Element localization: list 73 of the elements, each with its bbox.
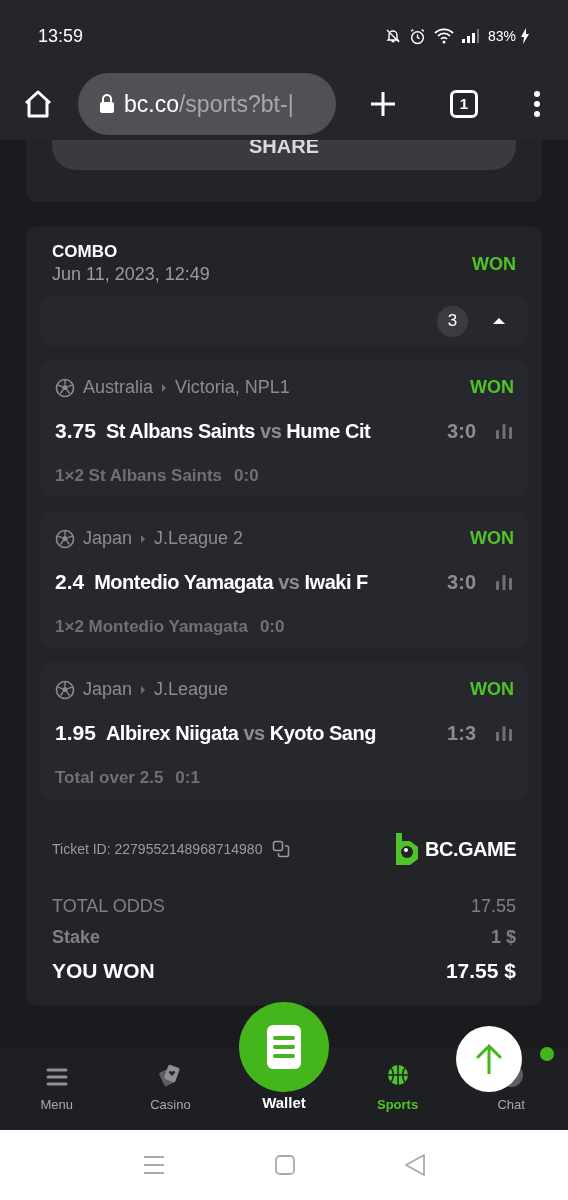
tab-count-button[interactable]: 1 xyxy=(450,90,478,118)
breadcrumb-caret-icon xyxy=(140,534,147,543)
more-icon[interactable] xyxy=(532,90,542,118)
wallet-icon xyxy=(267,1025,301,1069)
arrow-up-icon xyxy=(476,1044,502,1074)
stats-icon[interactable] xyxy=(494,573,514,590)
total-value: 17.55 xyxy=(470,895,516,918)
market: 1×2 Montedio Yamagata xyxy=(55,615,248,638)
soccer-ball-icon xyxy=(55,528,75,549)
nav-label[interactable]: Menu xyxy=(40,1094,74,1114)
country: Japan xyxy=(83,678,133,701)
total-value: 1 $ xyxy=(490,926,516,949)
charging-icon xyxy=(520,28,530,44)
total-label: YOU WON xyxy=(52,958,155,984)
clock: 13:59 xyxy=(38,24,84,48)
market-score: 0:0 xyxy=(234,464,259,487)
url-text: bc.co/sports?bt-| xyxy=(124,89,294,119)
soccer-ball-icon xyxy=(55,679,75,700)
match-name: Albirex Niigata vs Kyoto Sang xyxy=(105,720,377,746)
basketball-icon xyxy=(385,1062,410,1087)
market-score: 0:1 xyxy=(175,766,200,789)
selections-bar[interactable]: 3 xyxy=(40,296,528,346)
bet-date: Jun 11, 2023, 12:49 xyxy=(52,263,210,286)
copy-icon[interactable] xyxy=(272,840,291,858)
market-score: 0:0 xyxy=(259,615,285,638)
country: Japan xyxy=(83,527,133,550)
selection-status: WON xyxy=(470,376,514,399)
selections-count: 3 xyxy=(437,305,468,337)
score: 3:0 xyxy=(447,569,476,595)
breadcrumb-caret-icon xyxy=(140,685,147,694)
logo-icon xyxy=(394,833,421,865)
bet-status: WON xyxy=(472,252,516,276)
total-value: 17.55 $ xyxy=(445,958,516,984)
bell-off-icon xyxy=(384,28,401,44)
odds: 1.95 xyxy=(55,720,96,746)
match-name: St Albans Saints vs Hume Cit xyxy=(105,418,372,444)
address-bar[interactable]: bc.co/sports?bt-| xyxy=(78,73,336,135)
caret-up-icon xyxy=(492,316,506,326)
battery-level: 83% xyxy=(487,26,516,46)
odds: 3.75 xyxy=(55,418,96,444)
signal-icon xyxy=(461,29,480,43)
alarm-icon xyxy=(408,27,426,45)
score: 1:3 xyxy=(447,720,476,746)
stats-icon[interactable] xyxy=(494,724,514,741)
country: Australia xyxy=(83,376,154,399)
plus-icon[interactable] xyxy=(368,89,398,119)
wifi-icon xyxy=(433,28,454,44)
selection-status: WON xyxy=(470,527,514,550)
odds: 2.4 xyxy=(55,569,85,595)
league: J.League 2 xyxy=(154,527,244,550)
breadcrumb-caret-icon xyxy=(161,383,168,392)
nav-label[interactable]: Casino xyxy=(150,1094,191,1114)
home-icon[interactable] xyxy=(22,88,54,120)
league: Victoria, NPL1 xyxy=(175,376,290,399)
market: 1×2 St Albans Saints xyxy=(55,464,223,487)
lock-icon xyxy=(98,94,116,114)
match-name: Montedio Yamagata vs Iwaki F xyxy=(94,569,369,595)
market: Total over 2.5 xyxy=(55,766,164,789)
soccer-ball-icon xyxy=(55,377,75,398)
share-button[interactable]: SHARE xyxy=(52,140,516,170)
menu-icon xyxy=(44,1066,69,1087)
nav-label[interactable]: Wallet xyxy=(262,1091,306,1114)
nav-label[interactable]: Sports xyxy=(377,1094,419,1114)
brand-name: BC.GAME xyxy=(425,837,516,862)
nav-label[interactable]: Chat xyxy=(497,1094,525,1114)
stats-icon[interactable] xyxy=(494,422,514,439)
bet-type: COMBO xyxy=(52,242,119,262)
total-label: Stake xyxy=(52,926,101,949)
selection-status: WON xyxy=(470,678,514,701)
total-label: TOTAL ODDS xyxy=(52,895,165,918)
score: 3:0 xyxy=(447,418,476,444)
ticket-id: Ticket ID: 2279552148968714980 xyxy=(52,839,263,859)
league: J.League xyxy=(154,678,229,701)
